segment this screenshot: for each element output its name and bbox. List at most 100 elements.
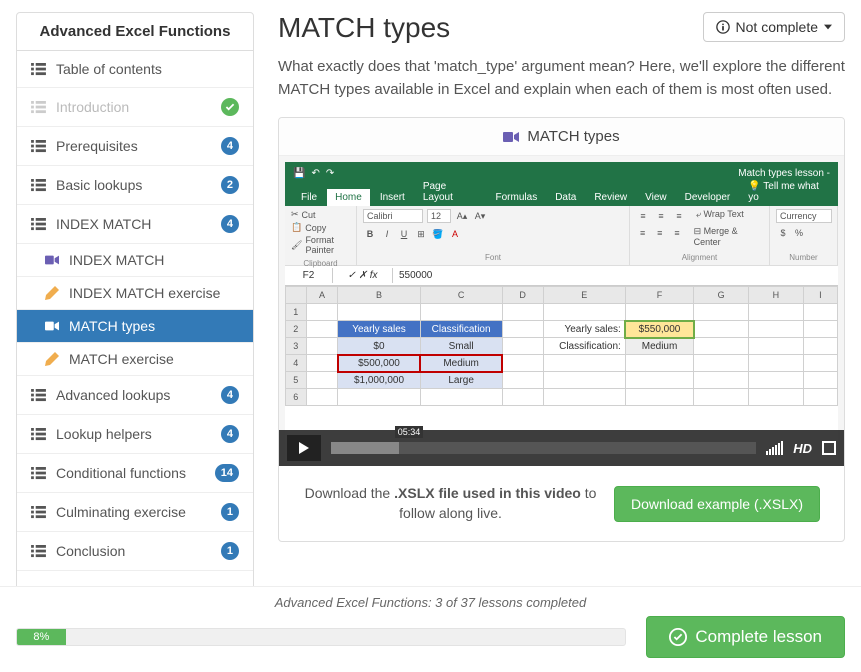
list-icon (31, 179, 46, 192)
sidebar-item-label: Culminating exercise (56, 504, 211, 520)
currency-icon: $ (776, 226, 790, 240)
status-dropdown[interactable]: Not complete (703, 12, 845, 42)
excel-ribbon: ✂Cut 📋Copy 🖌Format Painter Clipboard Cal… (285, 206, 838, 266)
sidebar-item-toc[interactable]: Table of contents (17, 51, 253, 88)
save-icon: 💾 (293, 168, 305, 179)
progress-bar: 8% (16, 628, 626, 646)
hd-label[interactable]: HD (793, 441, 812, 456)
lesson-label: MATCH types (69, 318, 155, 334)
sidebar-item-introduction[interactable]: Introduction (17, 88, 253, 127)
check-circle-icon (221, 98, 239, 116)
align-left-icon: ≡ (636, 226, 649, 240)
lesson-description: What exactly does that 'match_type' argu… (278, 56, 845, 101)
info-circle-icon (716, 20, 730, 34)
play-button[interactable] (287, 435, 321, 461)
sidebar-item-label: Basic lookups (56, 177, 211, 193)
lesson-label: INDEX MATCH exercise (69, 285, 220, 301)
excel-screenshot: 💾 ↶ ↷ Match types lesson - File Home Ins… (285, 162, 838, 460)
sidebar-item-advanced-lookups[interactable]: Advanced lookups 4 (17, 376, 253, 415)
count-badge: 14 (215, 464, 239, 482)
excel-grid: ABCDEFGHI 1 2Yearly salesClassificationY… (285, 286, 838, 406)
align-bottom-icon: ≡ (672, 209, 686, 223)
count-badge: 4 (221, 425, 239, 443)
sidebar-item-lookup-helpers[interactable]: Lookup helpers 4 (17, 415, 253, 454)
video-camera-icon (503, 131, 519, 143)
list-icon (31, 63, 46, 76)
sidebar-item-label: Prerequisites (56, 138, 211, 154)
excel-tab-data: Data (547, 189, 584, 206)
video-panel: MATCH types 💾 ↶ ↷ Match types lesson - F… (278, 117, 845, 542)
bold-icon: B (363, 227, 377, 241)
status-label: Not complete (736, 19, 818, 35)
italic-icon: I (380, 227, 394, 241)
download-section: Download the .XSLX file used in this vid… (279, 466, 844, 541)
formula-value: 550000 (393, 268, 438, 283)
panel-title: MATCH types (527, 128, 619, 145)
align-middle-icon: ≡ (654, 209, 668, 223)
undo-icon: ↶ (311, 168, 319, 179)
excel-tab-insert: Insert (372, 189, 413, 206)
video-camera-icon (45, 319, 59, 333)
video-controls: 05:34 HD (279, 430, 844, 466)
increase-font-icon: A▴ (455, 209, 469, 223)
sidebar-item-conclusion[interactable]: Conclusion 1 (17, 532, 253, 571)
sidebar-item-label: Table of contents (56, 61, 239, 77)
underline-icon: U (397, 227, 411, 241)
font-name-select: Calibri (363, 209, 423, 223)
sidebar-item-basic-lookups[interactable]: Basic lookups 2 (17, 166, 253, 205)
sidebar-item-index-match[interactable]: INDEX MATCH 4 (17, 205, 253, 244)
volume-indicator[interactable] (766, 441, 783, 455)
list-icon (31, 545, 46, 558)
excel-tab-developer: Developer (677, 189, 739, 206)
percent-icon: % (792, 226, 806, 240)
complete-lesson-button[interactable]: Complete lesson (646, 616, 845, 658)
excel-tab-home: Home (327, 189, 370, 206)
excel-tab-file: File (293, 189, 325, 206)
caret-down-icon (824, 23, 832, 31)
excel-tab-page-layout: Page Layout (415, 178, 486, 206)
pencil-icon (45, 286, 59, 300)
sidebar-item-label: Conclusion (56, 543, 211, 559)
pencil-icon (45, 352, 59, 366)
video-time-label: 05:34 (395, 426, 424, 438)
excel-tab-view: View (637, 189, 675, 206)
progress-label: Advanced Excel Functions: 3 of 37 lesson… (16, 595, 845, 610)
excel-ribbon-tabs: File Home Insert Page Layout Formulas Da… (285, 184, 838, 206)
count-badge: 1 (221, 503, 239, 521)
sidebar-item-prerequisites[interactable]: Prerequisites 4 (17, 127, 253, 166)
lesson-label: MATCH exercise (69, 351, 174, 367)
video-camera-icon (45, 253, 59, 267)
sidebar-item-label: Advanced lookups (56, 387, 211, 403)
sidebar-title: Advanced Excel Functions (17, 13, 253, 51)
font-color-icon: A (448, 227, 462, 241)
copy-icon: 📋 (291, 222, 302, 233)
sidebar-item-culminating-exercise[interactable]: Culminating exercise 1 (17, 493, 253, 532)
merge-center-icon: ⊟ Merge & Center (694, 226, 763, 247)
wrap-text-icon: ⤶ Wrap Text (696, 209, 744, 223)
lesson-item-match-exercise[interactable]: MATCH exercise (17, 343, 253, 376)
fx-label: ✓ ✗ fx (333, 268, 393, 283)
list-icon (31, 428, 46, 441)
align-right-icon: ≡ (670, 226, 683, 240)
download-example-button[interactable]: Download example (.XSLX) (614, 486, 820, 522)
video-player[interactable]: 💾 ↶ ↷ Match types lesson - File Home Ins… (279, 156, 844, 466)
complete-lesson-label: Complete lesson (695, 627, 822, 647)
sidebar-item-conditional-functions[interactable]: Conditional functions 14 (17, 454, 253, 493)
count-badge: 2 (221, 176, 239, 194)
align-top-icon: ≡ (636, 209, 650, 223)
video-progress-bar[interactable]: 05:34 (331, 442, 756, 454)
check-circle-icon (669, 628, 687, 646)
lesson-item-index-match-exercise[interactable]: INDEX MATCH exercise (17, 277, 253, 310)
play-icon (299, 442, 309, 454)
decrease-font-icon: A▾ (473, 209, 487, 223)
lesson-item-match-types[interactable]: MATCH types (17, 310, 253, 343)
excel-tab-review: Review (586, 189, 635, 206)
sidebar-item-label: Lookup helpers (56, 426, 211, 442)
fullscreen-icon[interactable] (822, 441, 836, 455)
name-box: F2 (285, 268, 333, 283)
paintbrush-icon: 🖌 (291, 240, 302, 251)
count-badge: 4 (221, 215, 239, 233)
font-size-select: 12 (427, 209, 451, 223)
excel-tell-me: 💡 Tell me what yo (740, 178, 838, 206)
lesson-item-index-match[interactable]: INDEX MATCH (17, 244, 253, 277)
